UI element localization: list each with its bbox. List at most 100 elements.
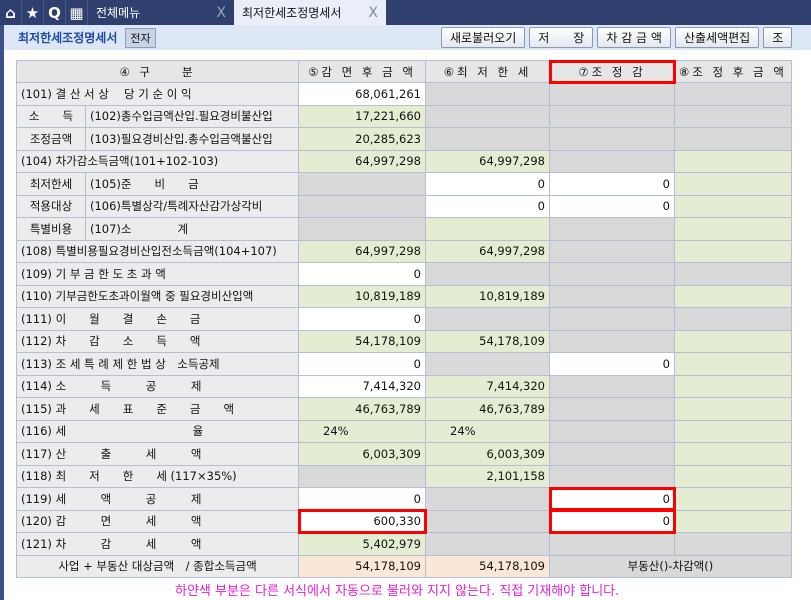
cell-after-reduction (298, 194, 426, 218)
cell-minimum-tax (425, 509, 550, 533)
cell-minimum-tax: 64,997,298 (425, 239, 550, 263)
cell-after-adjustment (674, 509, 792, 533)
search-q-icon[interactable]: Q (44, 0, 66, 25)
cell-after-adjustment (674, 82, 792, 106)
page-title: 최저한세조정명세서 (18, 31, 118, 45)
cell-after-reduction (298, 464, 426, 488)
row-label: (119) 세 액 공 제 (16, 487, 299, 511)
cell-after-reduction[interactable]: 600,330 (297, 509, 427, 534)
row-label: (106)특별상각/특례자산감가상각비 (85, 194, 299, 218)
cell-adjustment[interactable]: 0 (549, 172, 675, 196)
top-nav-bar: ⌂ ★ Q ▦ 전체메뉴 X 최저한세조정명세서 X (0, 0, 811, 25)
cell-after-adjustment (674, 352, 792, 376)
cell-minimum-tax[interactable]: 0 (425, 172, 550, 196)
footer-real-estate-deduction: 부동산()-차감액() (549, 554, 792, 578)
cell-minimum-tax (425, 82, 550, 106)
cell-minimum-tax: 24% (425, 419, 550, 443)
table-row: (116) 세 율 24% 24% (16, 419, 792, 443)
cell-adjustment (549, 374, 675, 398)
group-label: 특별비용 (16, 217, 86, 241)
header-minimum-tax: ⑥최 저 한 세 (425, 60, 550, 83)
cell-after-reduction[interactable]: 0 (298, 262, 426, 286)
cell-after-adjustment (674, 239, 792, 263)
home-icon[interactable]: ⌂ (0, 0, 22, 25)
cell-after-adjustment (674, 217, 792, 241)
instruction-note: 하얀색 부분은 다른 서식에서 자동으로 불러와 지지 않는다. 직접 기재해야… (175, 584, 620, 599)
star-icon[interactable]: ★ (22, 0, 44, 25)
cell-after-reduction[interactable]: 7,414,320 (298, 374, 426, 398)
cell-after-adjustment (674, 307, 792, 331)
row-label: (111) 이 월 결 손 금 (16, 307, 299, 331)
cell-after-reduction: 10,819,189 (298, 284, 426, 308)
cell-adjustment[interactable]: 0 (549, 194, 675, 218)
header-category: ④ 구 분 (16, 60, 299, 83)
cell-after-adjustment (674, 329, 792, 353)
table-row: (118) 최 저 한 세 (117×35%) 2,101,158 (16, 464, 792, 488)
cell-adjustment (549, 127, 675, 151)
toolbar: 최저한세조정명세서 전자 새로불러오기 저 장 차 감 금 액 산출세액편집 조 (4, 25, 811, 50)
table-row: 소 득 (102)총수입금액산입.필요경비불산입 17,221,660 (16, 104, 792, 128)
cell-minimum-tax (425, 532, 550, 556)
cell-minimum-tax (425, 307, 550, 331)
cell-adjustment (549, 239, 675, 263)
reload-button[interactable]: 새로불러오기 (441, 27, 526, 48)
cell-adjustment[interactable]: 0 (549, 352, 675, 376)
cell-after-reduction (298, 172, 426, 196)
table-row: (112) 차 감 소 득 액 54,178,109 54,178,109 (16, 329, 792, 353)
tab-full-menu[interactable]: 전체메뉴 X (88, 0, 234, 25)
left-border (0, 25, 4, 600)
cell-adjustment (549, 464, 675, 488)
cell-after-reduction: 24% (298, 419, 426, 443)
group-label: 조정금액 (16, 127, 86, 151)
table-row: (121) 차 감 세 액 5,402,979 (16, 532, 792, 556)
cell-adjustment[interactable]: 0 (548, 486, 676, 511)
footer-after-reduction: 54,178,109 (298, 554, 426, 578)
cell-after-adjustment (674, 104, 792, 128)
cell-adjustment (549, 397, 675, 421)
calendar-icon[interactable]: ▦ (66, 0, 88, 25)
cell-minimum-tax (425, 104, 550, 128)
row-label: (109) 기 부 금 한 도 초 과 액 (16, 262, 299, 286)
tab-label: 전체메뉴 (96, 6, 141, 20)
cell-after-adjustment (674, 442, 792, 466)
cell-after-reduction[interactable]: 0 (298, 352, 426, 376)
tax-table: ④ 구 분 ⑤감 면 후 금 액 ⑥최 저 한 세 ⑦조 정 감 ⑧조 정 후 … (16, 59, 792, 578)
group-label: 최저한세 (16, 172, 86, 196)
cell-after-reduction[interactable]: 68,061,261 (298, 82, 426, 106)
table-row: (113) 조 세 특 례 제 한 법 상 소득공제 0 0 (16, 352, 792, 376)
row-label: (120) 감 면 세 액 (16, 509, 299, 533)
edit-tax-button[interactable]: 산출세액편집 (674, 27, 760, 48)
cell-adjustment[interactable]: 0 (548, 509, 676, 534)
cell-after-adjustment (674, 127, 792, 151)
cell-minimum-tax: 46,763,789 (425, 397, 550, 421)
table-row: (104) 차가감소득금액(101+102-103) 64,997,298 64,9… (16, 149, 792, 173)
save-button[interactable]: 저 장 (529, 27, 594, 48)
group-label: 소 득 (16, 104, 86, 128)
cell-after-reduction: 6,003,309 (298, 442, 426, 466)
cell-after-adjustment (674, 172, 792, 196)
row-label: (112) 차 감 소 득 액 (16, 329, 299, 353)
cell-after-reduction: 54,178,109 (298, 329, 426, 353)
more-button[interactable]: 조 (763, 27, 793, 48)
cell-adjustment (549, 532, 675, 556)
cell-minimum-tax[interactable]: 0 (425, 194, 550, 218)
close-icon[interactable]: X (216, 5, 226, 21)
electronic-badge[interactable]: 전자 (125, 27, 156, 48)
row-label: (117) 산 출 세 액 (16, 442, 299, 466)
tab-minimum-tax[interactable]: 최저한세조정명세서 X (234, 0, 386, 25)
cell-after-reduction: 20,285,623 (298, 127, 426, 151)
table-row: (117) 산 출 세 액 6,003,309 6,003,309 (16, 442, 792, 466)
cell-after-adjustment (674, 487, 792, 511)
cell-minimum-tax: 7,414,320 (425, 374, 550, 398)
close-icon[interactable]: X (368, 5, 378, 21)
deduction-amount-button[interactable]: 차 감 금 액 (597, 27, 671, 48)
cell-minimum-tax: 2,101,158 (425, 464, 550, 488)
cell-adjustment (549, 82, 675, 106)
cell-after-adjustment (674, 149, 792, 173)
table-row: 특별비용 (107)소 계 (16, 217, 792, 241)
table-row: 최저한세 (105)준 비 금 00 (16, 172, 792, 196)
cell-after-reduction[interactable]: 0 (298, 307, 426, 331)
cell-after-reduction (298, 217, 426, 241)
cell-after-reduction[interactable]: 0 (298, 487, 426, 511)
row-label: (102)총수입금액산입.필요경비불산입 (85, 104, 299, 128)
